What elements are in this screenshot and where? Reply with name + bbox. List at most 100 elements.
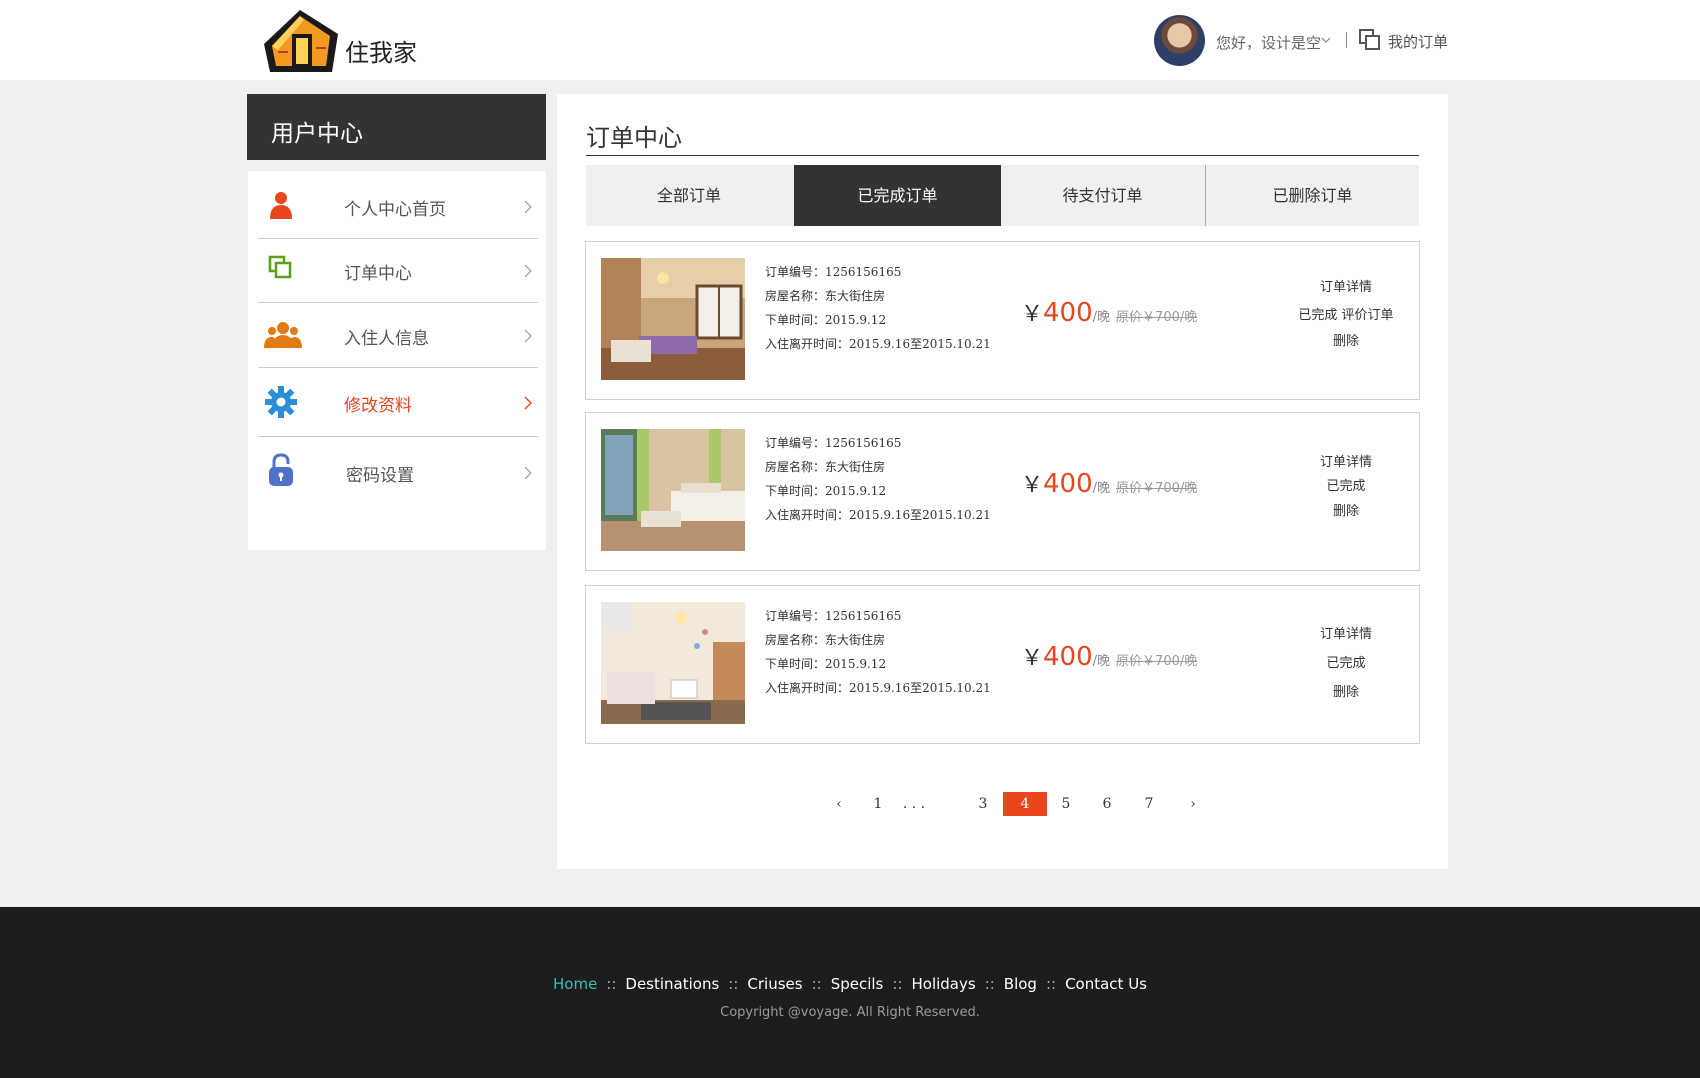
prev-page-button[interactable]: ‹ [827,792,851,816]
order-number: 订单编号：1256156165 [765,436,902,450]
footer-link-cruises[interactable]: Criuses [747,975,802,993]
tab-completed-orders[interactable]: 已完成订单 [794,165,1001,226]
completed-status[interactable]: 已完成 [1281,475,1411,494]
completed-status[interactable]: 已完成 [1281,652,1411,671]
price-unit: /晚 [1092,654,1111,669]
original-price: 原价￥700/晚 [1116,310,1198,325]
order-info: 订单编号：1256156165 房屋名称：东大街住房 下单时间：2015.9.1… [765,260,991,356]
sidebar-item-label: 密码设置 [346,466,414,486]
footer-link-specials[interactable]: Specils [831,975,884,993]
nav-separator: :: [811,975,822,993]
delete-link[interactable]: 删除 [1281,330,1411,349]
completed-rate-link[interactable]: 已完成 评价订单 [1281,304,1411,323]
footer-link-holidays[interactable]: Holidays [911,975,975,993]
sidebar-item-label: 入住人信息 [344,329,429,349]
page-3[interactable]: 3 [973,792,993,816]
sidebar-menu: 个人中心首页 订单中心 入住人信息 修改资料 密码设置 [248,171,546,550]
chevron-right-icon [524,200,532,214]
person-icon [270,192,292,219]
price-unit: /晚 [1092,310,1111,325]
price-amount: 400 [1043,298,1093,328]
original-price: 原价￥700/晚 [1116,481,1198,496]
page-5[interactable]: 5 [1056,792,1076,816]
room-photo[interactable] [601,602,745,724]
order-number: 订单编号：1256156165 [765,609,902,623]
chevron-right-icon [524,466,532,480]
room-photo[interactable] [601,258,745,380]
order-details-link[interactable]: 订单详情 [1281,451,1411,470]
orders-icon[interactable] [1359,29,1380,50]
currency-symbol: ￥ [1021,646,1044,671]
chevron-down-icon[interactable] [1321,35,1331,45]
order-center-panel: 订单中心 全部订单 已完成订单 待支付订单 已删除订单 订单编号：1256156… [557,94,1448,869]
sidebar-title: 用户中心 [271,121,363,147]
order-info: 订单编号：1256156165 房屋名称：东大街住房 下单时间：2015.9.1… [765,604,991,700]
footer: Home:: Destinations:: Criuses:: Specils:: Ho… [0,907,1700,1078]
delete-link[interactable]: 删除 [1281,500,1411,519]
page-title: 订单中心 [586,124,682,152]
original-price: 原价￥700/晚 [1116,654,1198,669]
chevron-right-icon [524,396,532,410]
divider [258,367,538,368]
tab-pending-payment[interactable]: 待支付订单 [1001,165,1204,226]
order-time: 下单时间：2015.9.12 [765,484,887,498]
sidebar-item-label: 订单中心 [344,264,412,284]
page-1[interactable]: 1 [868,792,888,816]
price-amount: 400 [1043,642,1093,672]
footer-link-home[interactable]: Home [553,975,597,993]
stay-period: 入住离开时间：2015.9.16至2015.10.21 [765,508,991,522]
divider [258,302,538,303]
room-name: 房屋名称：东大街住房 [765,633,886,647]
title-underline [586,155,1419,156]
nav-separator: :: [728,975,739,993]
currency-symbol: ￥ [1021,473,1044,498]
divider [258,436,538,437]
order-info: 订单编号：1256156165 房屋名称：东大街住房 下单时间：2015.9.1… [765,431,991,527]
footer-link-blog[interactable]: Blog [1004,975,1037,993]
header-bar: 住我家 您好，设计是空 我的订单 [0,0,1700,80]
stay-period: 入住离开时间：2015.9.16至2015.10.21 [765,681,991,695]
order-number: 订单编号：1256156165 [765,265,902,279]
my-orders-link[interactable]: 我的订单 [1388,31,1448,52]
price-block: ￥400/晚 原价￥700/晚 [1021,296,1197,328]
order-details-link[interactable]: 订单详情 [1281,276,1411,295]
nav-separator: :: [1045,975,1057,993]
order-tabs: 全部订单 已完成订单 待支付订单 已删除订单 [586,165,1419,226]
copyright: Copyright @voyage. All Right Reserved. [720,1005,980,1020]
tab-all-orders[interactable]: 全部订单 [586,165,792,226]
page-6[interactable]: 6 [1097,792,1117,816]
user-greeting[interactable]: 您好，设计是空 [1216,32,1321,53]
tab-deleted-orders[interactable]: 已删除订单 [1206,165,1419,226]
delete-link[interactable]: 删除 [1281,681,1411,700]
gear-icon [265,386,297,418]
sidebar-item-order-center[interactable]: 订单中心 [258,239,538,303]
order-details-link[interactable]: 订单详情 [1281,623,1411,642]
sidebar-item-edit-profile[interactable]: 修改资料 [258,369,538,437]
sidebar-item-profile-home[interactable]: 个人中心首页 [258,175,538,239]
order-time: 下单时间：2015.9.12 [765,657,887,671]
footer-link-contact[interactable]: Contact Us [1065,975,1147,993]
order-card: 订单编号：1256156165 房屋名称：东大街住房 下单时间：2015.9.1… [585,412,1420,571]
sidebar-item-label: 个人中心首页 [344,200,446,220]
page-7[interactable]: 7 [1139,792,1159,816]
avatar[interactable] [1154,15,1205,66]
lock-icon [269,453,293,486]
footer-link-destinations[interactable]: Destinations [625,975,719,993]
nav-separator: :: [984,975,995,993]
room-photo[interactable] [601,429,745,551]
people-icon [264,322,302,348]
sidebar-item-label: 修改资料 [344,396,412,416]
price-block: ￥400/晚 原价￥700/晚 [1021,467,1197,499]
header-divider [1346,32,1347,48]
pagination: ‹ 1 . . . 3 4 5 6 7 › [557,792,1448,816]
sidebar-header: 用户中心 [247,94,546,160]
sidebar-item-password[interactable]: 密码设置 [258,441,538,505]
order-card: 订单编号：1256156165 房屋名称：东大街住房 下单时间：2015.9.1… [585,585,1420,744]
room-name: 房屋名称：东大街住房 [765,289,886,303]
next-page-button[interactable]: › [1181,792,1205,816]
price-amount: 400 [1043,469,1093,499]
page-4-current[interactable]: 4 [1003,792,1047,816]
sidebar-item-guest-info[interactable]: 入住人信息 [258,304,538,368]
nav-separator: :: [892,975,903,993]
chevron-right-icon [524,329,532,343]
